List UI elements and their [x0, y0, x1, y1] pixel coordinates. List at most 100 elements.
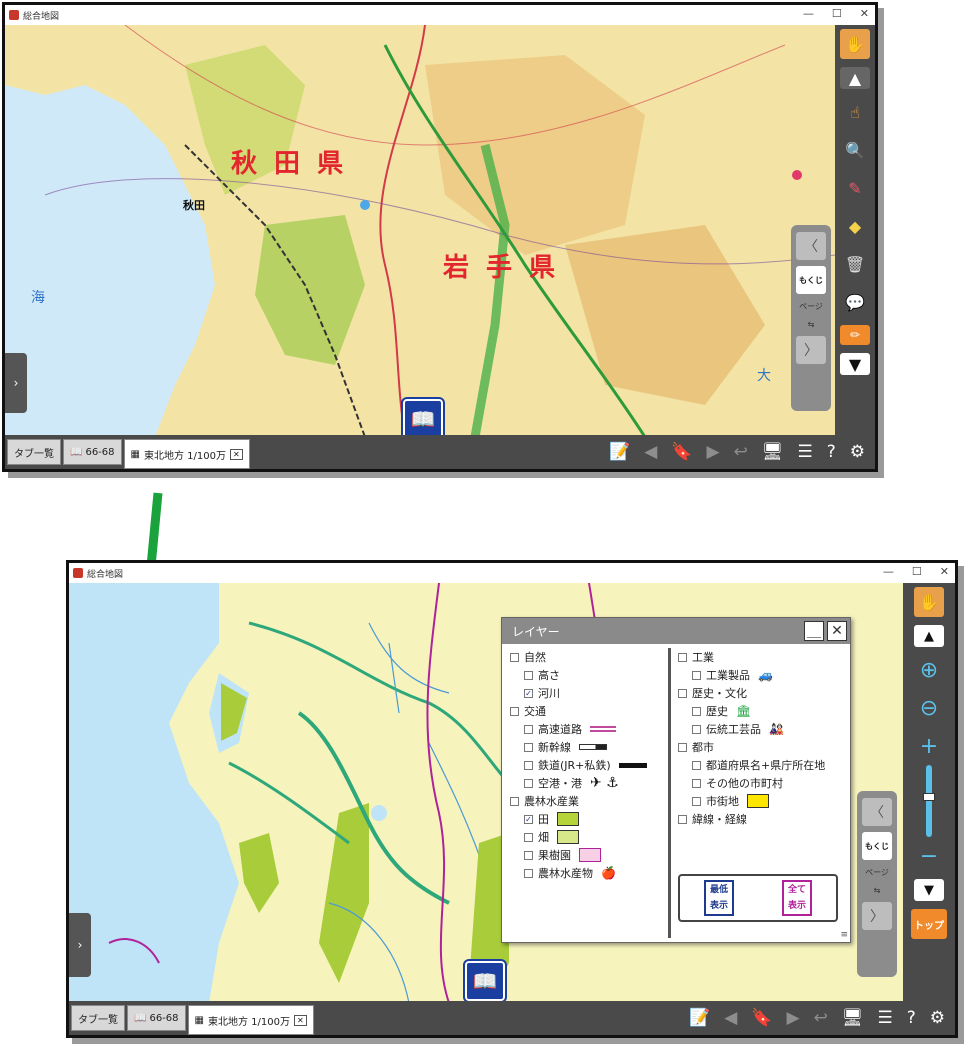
layer-checkbox[interactable] — [678, 742, 687, 752]
book-icon[interactable]: 📖 — [401, 397, 445, 437]
layer-checkbox[interactable] — [678, 814, 687, 824]
layer-item[interactable]: 鉄道(JR+私鉄) — [510, 756, 647, 774]
map-view[interactable]: 秋 田 県 岩 手 県 秋田 海 大 📖 › 〈 もくじ ページ ⇆ 〉 — [5, 25, 835, 437]
page-arrows-icon[interactable]: ⇆ — [808, 320, 815, 329]
memo-icon[interactable]: ✏ — [840, 325, 870, 345]
layer-item[interactable]: 歴史 🏛 — [678, 702, 825, 720]
book-icon[interactable]: 📖 — [463, 959, 507, 1003]
undo-icon[interactable]: ↩ — [734, 442, 748, 462]
bookmark-icon[interactable]: 🔖 — [671, 442, 692, 462]
layer-checkbox[interactable] — [692, 796, 701, 806]
layer-item[interactable]: 高さ — [510, 666, 647, 684]
layer-item[interactable]: 歴史・文化 — [678, 684, 825, 702]
layer-checkbox[interactable] — [510, 796, 519, 806]
layer-checkbox[interactable] — [692, 760, 701, 770]
scroll-up-button[interactable]: ▲ — [840, 67, 870, 89]
layer-checkbox[interactable] — [692, 706, 701, 716]
layer-item[interactable]: 緯線・経線 — [678, 810, 825, 828]
layer-checkbox[interactable] — [692, 670, 701, 680]
undo-icon[interactable]: ↩ — [814, 1008, 828, 1028]
tab-active[interactable]: ▦ 東北地方 1/100万 ✕ — [123, 439, 250, 469]
layer-item[interactable]: 伝統工芸品 🎎 — [678, 720, 825, 738]
hand-tool-button[interactable]: ✋ — [840, 29, 870, 59]
zoom-in-icon[interactable]: + — [914, 731, 944, 761]
close-button[interactable]: ✕ — [940, 565, 949, 578]
help-icon[interactable]: ? — [827, 442, 836, 462]
layer-checkbox[interactable] — [524, 760, 533, 770]
zoom-out-icon[interactable]: − — [914, 841, 944, 871]
forward-icon[interactable]: ▶ — [707, 442, 720, 462]
list-icon[interactable]: ☰ — [797, 442, 812, 462]
map-view[interactable]: レイヤー ＿ ✕ 自然 高さ ✓ 河川 交通 高速道路 新幹線 鉄道(JR+私鉄) 空港・港 ✈ … — [69, 583, 903, 1003]
layer-item[interactable]: 工業製品 🚙 — [678, 666, 825, 684]
search-icon[interactable]: 🔍 — [840, 135, 870, 165]
scroll-down-button[interactable]: ▼ — [914, 879, 944, 901]
back-icon[interactable]: ◀ — [724, 1008, 737, 1028]
scroll-up-button[interactable]: ▲ — [914, 625, 944, 647]
layer-item[interactable]: 交通 — [510, 702, 647, 720]
layer-checkbox[interactable]: ✓ — [524, 688, 533, 698]
tab-close-icon[interactable]: ✕ — [229, 448, 243, 460]
layer-item[interactable]: 工業 — [678, 648, 825, 666]
tab-active[interactable]: ▦ 東北地方 1/100万 ✕ — [187, 1005, 314, 1035]
layer-checkbox[interactable] — [510, 706, 519, 716]
note-icon[interactable]: 📝 — [609, 442, 630, 462]
layer-checkbox[interactable] — [524, 724, 533, 734]
tab-pages[interactable]: 📖 66-68 — [127, 1005, 186, 1031]
layer-item[interactable]: 畑 — [510, 828, 647, 846]
tab-close-icon[interactable]: ✕ — [293, 1014, 307, 1026]
layer-item[interactable]: 市街地 — [678, 792, 825, 810]
list-icon[interactable]: ☰ — [877, 1008, 892, 1028]
layer-checkbox[interactable] — [524, 868, 533, 878]
layer-item[interactable]: 新幹線 — [510, 738, 647, 756]
maximize-button[interactable]: ☐ — [832, 7, 842, 20]
minimal-display-button[interactable]: 最低表示 — [704, 880, 734, 916]
layer-close-button[interactable]: ✕ — [827, 621, 847, 641]
minimize-button[interactable]: — — [883, 565, 894, 578]
chat-icon[interactable]: 💬 — [840, 287, 870, 317]
pointer-icon[interactable]: ☝ — [840, 97, 870, 127]
tab-list-button[interactable]: タブ一覧 — [7, 439, 61, 465]
zoom-out-area-icon[interactable]: ⊖ — [914, 693, 944, 723]
contents-button[interactable]: もくじ — [862, 832, 892, 860]
display-icon[interactable]: 🖥 — [762, 442, 784, 462]
minimize-button[interactable]: — — [803, 7, 814, 20]
zoom-area-icon[interactable]: ⊕ — [914, 655, 944, 685]
layer-checkbox[interactable] — [510, 652, 519, 662]
shapes-icon[interactable]: ◆ — [840, 211, 870, 241]
layer-checkbox[interactable] — [524, 850, 533, 860]
side-panel-tab[interactable]: › — [69, 913, 91, 977]
display-icon[interactable]: 🖥 — [842, 1008, 864, 1028]
close-button[interactable]: ✕ — [860, 7, 869, 20]
resize-grip-icon[interactable]: ≡ — [840, 930, 848, 940]
layer-checkbox[interactable] — [524, 742, 533, 752]
next-page-button[interactable]: 〉 — [862, 902, 892, 930]
tab-list-button[interactable]: タブ一覧 — [71, 1005, 125, 1031]
help-icon[interactable]: ? — [907, 1008, 916, 1028]
settings-icon[interactable]: ⚙ — [850, 442, 865, 462]
layer-checkbox[interactable] — [678, 688, 687, 698]
forward-icon[interactable]: ▶ — [787, 1008, 800, 1028]
layer-checkbox[interactable] — [524, 670, 533, 680]
bookmark-icon[interactable]: 🔖 — [751, 1008, 772, 1028]
layer-item[interactable]: 農林水産物 🍎 — [510, 864, 647, 882]
layer-item[interactable]: 都道府県名+県庁所在地 — [678, 756, 825, 774]
layer-item[interactable]: 都市 — [678, 738, 825, 756]
layer-item[interactable]: その他の市町村 — [678, 774, 825, 792]
layer-checkbox[interactable] — [678, 652, 687, 662]
layer-item[interactable]: 空港・港 ✈ ⚓ — [510, 774, 647, 792]
show-all-button[interactable]: 全て表示 — [782, 880, 812, 916]
hand-tool-button[interactable]: ✋ — [914, 587, 944, 617]
side-panel-tab[interactable]: › — [5, 353, 27, 413]
layer-checkbox[interactable] — [524, 832, 533, 842]
page-arrows-icon[interactable]: ⇆ — [874, 886, 881, 895]
pen-icon[interactable]: ✎ — [840, 173, 870, 203]
scroll-down-button[interactable]: ▼ — [840, 353, 870, 375]
layer-item[interactable]: 果樹園 — [510, 846, 647, 864]
layer-item[interactable]: 高速道路 — [510, 720, 647, 738]
contents-button[interactable]: もくじ — [796, 266, 826, 294]
trash-icon[interactable]: 🗑 — [840, 249, 870, 279]
prev-page-button[interactable]: 〈 — [862, 798, 892, 826]
tab-pages[interactable]: 📖 66-68 — [63, 439, 122, 465]
layer-item[interactable]: 自然 — [510, 648, 647, 666]
